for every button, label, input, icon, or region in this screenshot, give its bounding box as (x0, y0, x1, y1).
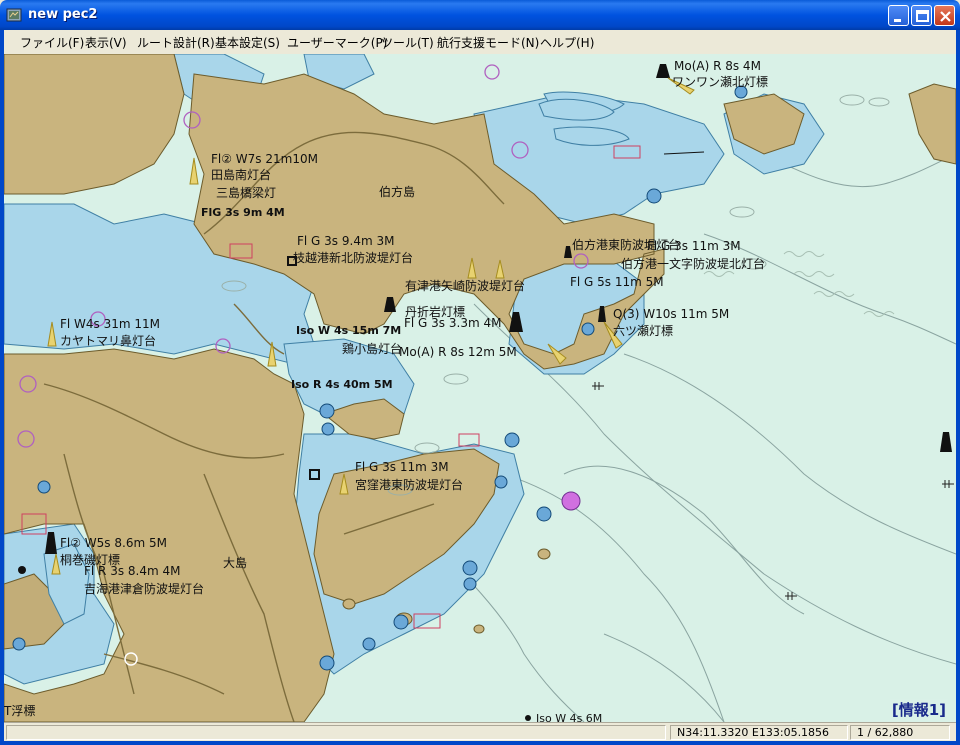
chart-label[interactable]: Fl G 3s 9.4m 3M (297, 234, 394, 248)
menu-tools[interactable]: ツール(T) (381, 34, 434, 51)
chart-label[interactable]: 吉海港津倉防波堤灯台 (84, 582, 204, 596)
chart-label[interactable]: 三島橋梁灯 (216, 186, 276, 200)
chart-label[interactable]: 田島南灯台 (211, 168, 271, 182)
chart-label[interactable]: 六ツ瀬灯標 (613, 324, 673, 338)
chart-label[interactable]: ワンワン瀬北灯標 (672, 75, 768, 89)
chart-label[interactable]: Fl G 5s 11m 5M (570, 275, 664, 289)
chart-label[interactable]: Fl G 3s 3.3m 4M (404, 316, 501, 330)
chart-label[interactable]: Q(3) W10s 11m 5M (613, 307, 729, 321)
menu-file[interactable]: ファイル(F) (20, 34, 84, 51)
menu-navigation[interactable]: 航行支援モード(N) (437, 34, 539, 51)
window-border-bottom (0, 741, 960, 745)
chart-label[interactable]: 伯方島 (379, 185, 415, 199)
chart-label[interactable]: Mo(A) R 8s 12m 5M (399, 345, 517, 359)
chart-label[interactable]: Fl W4s 31m 11M (60, 317, 160, 331)
info-panel-toggle[interactable]: [情報1] (889, 699, 948, 720)
menu-bar: ファイル(F) 表示(V) ルート設計(R) 基本設定(S) ユーザーマーク(P… (4, 30, 956, 54)
chart-label[interactable]: Fl② W5s 8.6m 5M (60, 536, 167, 550)
cursor-position: N34:11.3320 E133:05.1856 (670, 725, 848, 740)
title-bar[interactable]: new pec2 (0, 0, 960, 30)
chart-label[interactable]: FlG 3s 9m 4M (201, 206, 285, 220)
chart-label[interactable]: 大島 (223, 556, 247, 570)
app-icon[interactable] (6, 7, 22, 23)
status-bar: N34:11.3320 E133:05.1856 1 / 62,880 (4, 722, 956, 741)
chart-label[interactable]: T浮標 (4, 704, 35, 718)
menu-help[interactable]: ヘルプ(H) (540, 34, 594, 51)
chart-label[interactable]: Fl② W7s 21m10M (211, 152, 318, 166)
chart-label[interactable]: Iso W 4s 6M (536, 712, 602, 722)
menu-view[interactable]: 表示(V) (85, 34, 127, 51)
chart-label[interactable]: 有津港矢崎防波堤灯台 (405, 279, 525, 293)
maximize-button[interactable] (911, 5, 932, 26)
chart-scale: 1 / 62,880 (850, 725, 950, 740)
chart-label[interactable]: Mo(A) R 8s 4M (674, 59, 761, 73)
minimize-button[interactable] (888, 5, 909, 26)
window-border-right (956, 30, 960, 745)
window-border-left (0, 30, 4, 745)
close-button[interactable] (934, 5, 955, 26)
chart-label[interactable]: 枝越港新北防波堤灯台 (293, 251, 413, 265)
chart-label[interactable]: Iso W 4s 15m 7M (296, 324, 401, 338)
chart-label[interactable]: カヤトマリ鼻灯台 (60, 334, 156, 348)
chart-label[interactable]: 伯方港一文字防波堤北灯台 (621, 257, 765, 271)
chart-label[interactable]: 鶏小島灯台 (342, 342, 402, 356)
nautical-chart-map[interactable]: Mo(A) R 8s 4M ワンワン瀬北灯標 Fl② W7s 21m10M 田島… (4, 54, 956, 722)
chart-label[interactable]: Fl G 3s 11m 3M (355, 460, 449, 474)
window-title: new pec2 (28, 7, 98, 22)
menu-route[interactable]: ルート設計(R) (137, 34, 215, 51)
chart-canvas[interactable] (4, 54, 956, 722)
chart-label[interactable]: Fl G 3s 11m 3M (647, 239, 741, 253)
status-message (6, 725, 666, 740)
chart-label[interactable]: 宮窪港東防波堤灯台 (355, 478, 463, 492)
chart-label[interactable]: Fl R 3s 8.4m 4M (84, 564, 180, 578)
menu-usermark[interactable]: ユーザーマーク(P) (287, 34, 387, 51)
menu-settings[interactable]: 基本設定(S) (215, 34, 280, 51)
chart-label[interactable]: Iso R 4s 40m 5M (291, 378, 393, 392)
